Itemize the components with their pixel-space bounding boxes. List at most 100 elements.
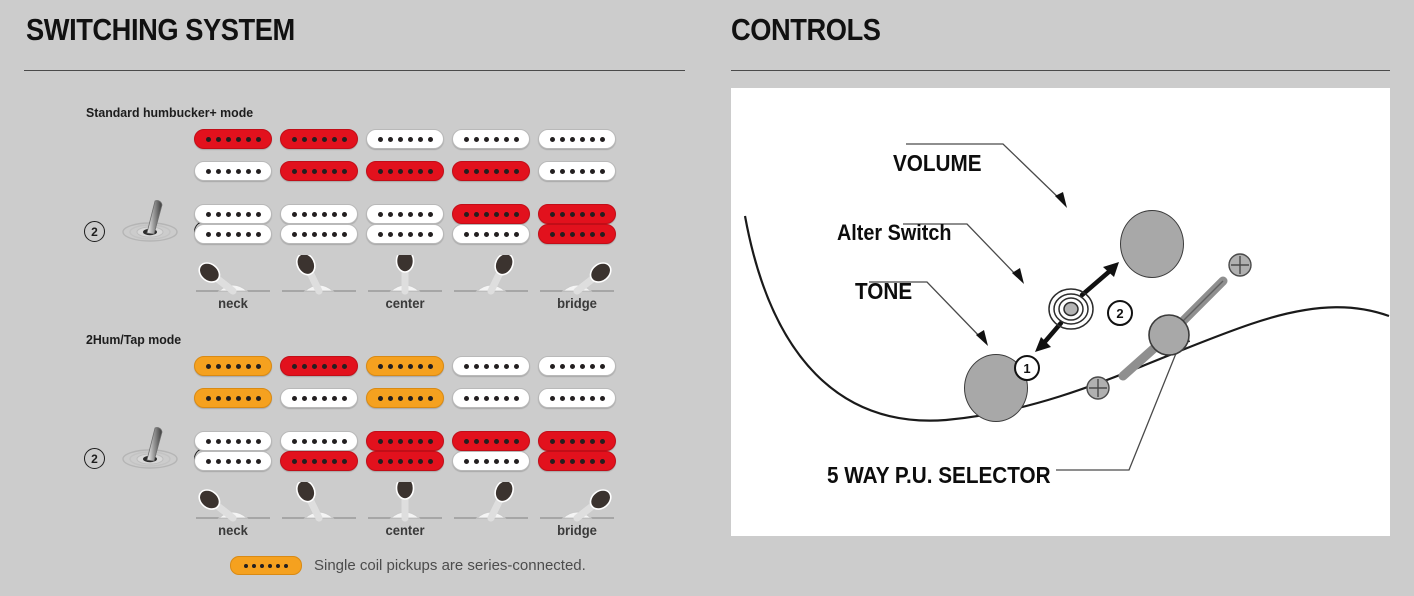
pole-piece [559,363,565,369]
pickup-selector-position-3[interactable] [366,249,444,299]
pole-piece [559,231,565,237]
pole-piece [503,136,509,142]
lever-switch-icon [196,262,270,295]
pole-piece [599,168,605,174]
pole-piece [417,395,423,401]
selector-position-label-neck: neck [218,522,248,538]
pole-piece [255,438,261,444]
mode-label-0: Standard humbucker+ mode [86,105,254,120]
pole-piece [493,438,499,444]
pole-piece [579,211,585,217]
pole-piece [387,211,393,217]
pickup-coil-red [366,161,444,181]
pole-piece [331,168,337,174]
pickup-selector-position-1[interactable] [194,255,272,299]
pole-piece [559,168,565,174]
mode-toggle-switch-1[interactable]: 21 [84,418,215,474]
selector-position-label-center: center [385,522,425,538]
pole-piece [407,211,413,217]
pole-piece [549,168,555,174]
pole-piece [321,395,327,401]
pole-piece [473,363,479,369]
pickup-selector-position-2[interactable] [280,479,358,526]
pole-piece [503,438,509,444]
pole-piece [463,231,469,237]
pole-piece [483,363,489,369]
alter-position-1-badge: 1 [1014,355,1040,381]
pole-piece [387,363,393,369]
pole-piece [215,211,221,217]
pole-piece [301,395,307,401]
pole-piece [463,168,469,174]
pickup-selector-position-5[interactable] [538,482,616,526]
pole-piece [341,395,347,401]
pole-piece [417,363,423,369]
pole-piece [427,438,433,444]
pole-piece [235,136,241,142]
pole-piece [311,363,317,369]
pickup-coil-white [366,129,444,149]
pole-piece [589,211,595,217]
pole-piece [225,363,231,369]
pickup-selector-position-2[interactable] [280,252,358,299]
pole-piece [397,168,403,174]
switching-title-divider [24,70,685,71]
pole-piece [215,136,221,142]
pole-piece [397,438,403,444]
pickup-coil-white [452,388,530,408]
pole-piece [483,231,489,237]
pole-piece [245,395,251,401]
pickup-selector-position-4[interactable] [452,479,530,526]
alter-switch-ring-1 [1063,301,1079,317]
pole-piece [513,363,519,369]
pole-piece [255,168,261,174]
lever-switch-icon [454,479,528,522]
pole-piece [291,211,297,217]
pole-piece [215,231,221,237]
pickup-selector-position-5[interactable] [538,255,616,299]
pickup-selector-position-4[interactable] [452,252,530,299]
tone-label: TONE [855,278,913,304]
volume-label: VOLUME [893,150,982,176]
pole-piece [483,395,489,401]
pole-piece [549,458,555,464]
toggle-position-left: 2 [84,448,105,469]
pole-piece [579,231,585,237]
pole-piece [589,363,595,369]
pickup-selector-position-1[interactable] [194,482,272,526]
pickup-coil-red [366,451,444,471]
pole-piece [235,458,241,464]
pole-piece [215,363,221,369]
pole-piece [463,395,469,401]
pole-piece [215,438,221,444]
pole-piece [417,136,423,142]
pole-piece [205,136,211,142]
pole-piece [331,363,337,369]
pole-piece [387,231,393,237]
pickup-coil-white [194,224,272,244]
pickup-coil-red [538,431,616,451]
pole-piece [463,438,469,444]
pickup-coil-red [280,451,358,471]
pole-piece [483,168,489,174]
pole-piece [559,211,565,217]
pole-piece [387,458,393,464]
pole-piece [321,231,327,237]
pole-piece [252,563,256,568]
volume-knob[interactable] [1120,210,1184,278]
legend-row: Single coil pickups are series-connected… [230,556,586,575]
lever-switch-icon [540,489,614,522]
switching-system-panel: SWITCHING SYSTEM Standard humbucker+ mod… [0,0,707,596]
pole-piece [397,395,403,401]
mode-toggle-switch-0[interactable]: 21 [84,191,215,247]
pickup-selector-position-3[interactable] [366,476,444,526]
lever-switch-icon [540,262,614,295]
pole-piece [427,211,433,217]
pole-piece [503,458,509,464]
pole-piece [579,395,585,401]
pole-piece [417,211,423,217]
pole-piece [377,458,383,464]
pickup-coil-white [280,204,358,224]
pole-piece [377,395,383,401]
pole-piece [276,563,280,568]
